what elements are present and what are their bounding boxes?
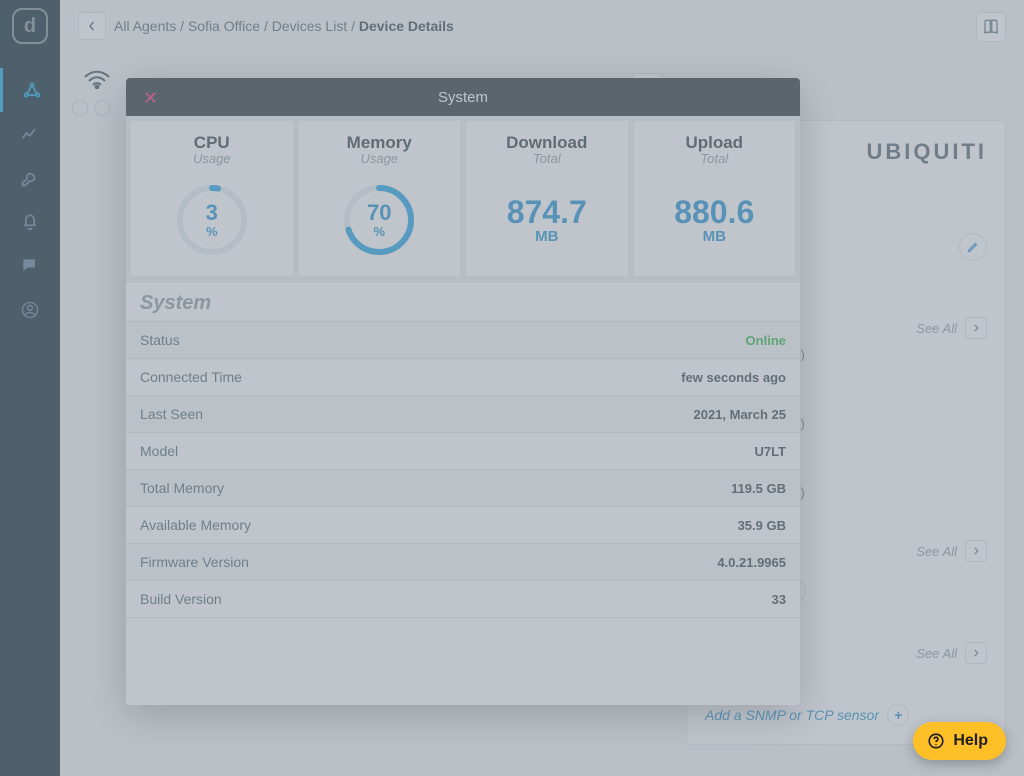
- modal-overlay[interactable]: [0, 0, 1024, 776]
- help-button[interactable]: Help: [913, 722, 1006, 760]
